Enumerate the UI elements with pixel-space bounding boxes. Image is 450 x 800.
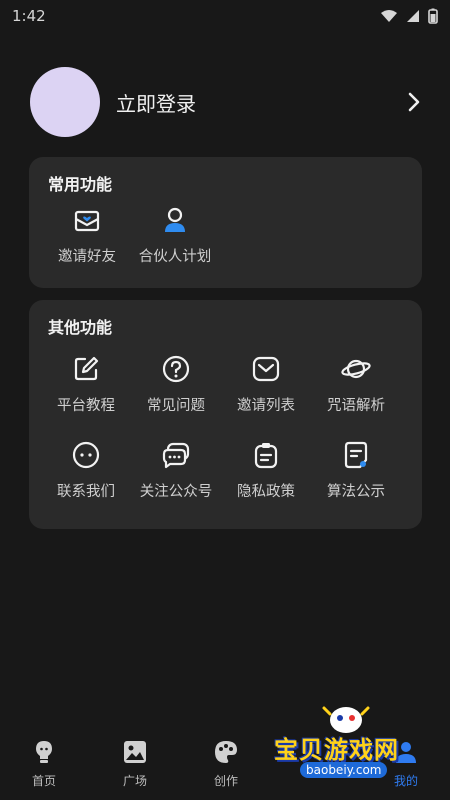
tab-create-label: 创作 (213, 774, 238, 788)
other-functions-card: 其他功能 平台教程 常见问题 邀请列表 咒语解析 联系我们 关注公众号 隐私政策… (29, 300, 422, 529)
status-time: 1:42 (12, 7, 46, 25)
mailbox-icon (251, 354, 281, 384)
tab-square-label: 广场 (122, 774, 147, 788)
partner-plan-button[interactable]: 合伙人计划 (127, 205, 223, 266)
signal-icon (407, 10, 419, 22)
tab-home[interactable]: 首页 (8, 738, 80, 789)
watermark-url: baobeiy.com (300, 762, 388, 778)
planet-icon (341, 354, 371, 384)
login-label[interactable]: 立即登录 (116, 88, 400, 117)
partner-person-icon (160, 205, 190, 235)
invite-list-button[interactable]: 邀请列表 (218, 354, 314, 415)
prompt-analysis-label: 咒语解析 (327, 398, 385, 414)
chat-face-icon (71, 440, 101, 470)
tab-home-label: 首页 (31, 774, 56, 788)
profile-row[interactable]: 立即登录 (30, 67, 428, 137)
invite-friends-button[interactable]: 邀请好友 (39, 205, 135, 266)
algorithm-disclosure-button[interactable]: 算法公示 (308, 440, 404, 501)
common-functions-title: 常用功能 (48, 175, 113, 194)
palette-icon (212, 738, 240, 766)
privacy-policy-label: 隐私政策 (237, 484, 295, 500)
follow-official-account-label: 关注公众号 (139, 484, 213, 500)
watermark-text: 宝贝游戏网 (274, 736, 399, 764)
common-functions-card: 常用功能 邀请好友 合伙人计划 (29, 157, 422, 288)
follow-official-account-button[interactable]: 关注公众号 (128, 440, 224, 501)
partner-plan-label: 合伙人计划 (138, 249, 212, 265)
status-bar: 1:42 (0, 0, 450, 32)
battery-icon (428, 8, 438, 24)
status-icons (380, 8, 438, 24)
platform-tutorial-label: 平台教程 (57, 398, 115, 414)
algorithm-disclosure-label: 算法公示 (327, 484, 385, 500)
chat-bubbles-icon (161, 440, 191, 470)
faq-button[interactable]: 常见问题 (128, 354, 224, 415)
chevron-right-icon[interactable] (400, 88, 428, 116)
faq-label: 常见问题 (147, 398, 205, 414)
privacy-policy-button[interactable]: 隐私政策 (218, 440, 314, 501)
watermark-logo: 宝贝游戏网 baobeiy.com (274, 700, 424, 790)
prompt-analysis-button[interactable]: 咒语解析 (308, 354, 404, 415)
bulb-icon (30, 738, 58, 766)
edit-icon (71, 354, 101, 384)
document-icon (341, 440, 371, 470)
other-functions-title: 其他功能 (48, 318, 113, 337)
image-icon (121, 738, 149, 766)
question-icon (161, 354, 191, 384)
contact-us-label: 联系我们 (57, 484, 115, 500)
invite-list-label: 邀请列表 (237, 398, 295, 414)
platform-tutorial-button[interactable]: 平台教程 (38, 354, 134, 415)
contact-us-button[interactable]: 联系我们 (38, 440, 134, 501)
tab-square[interactable]: 广场 (99, 738, 171, 789)
invite-friends-label: 邀请好友 (58, 249, 116, 265)
invite-mail-icon (72, 205, 102, 235)
clipboard-icon (251, 440, 281, 470)
tab-create[interactable]: 创作 (190, 738, 262, 789)
avatar[interactable] (30, 67, 100, 137)
wifi-icon (381, 10, 397, 22)
